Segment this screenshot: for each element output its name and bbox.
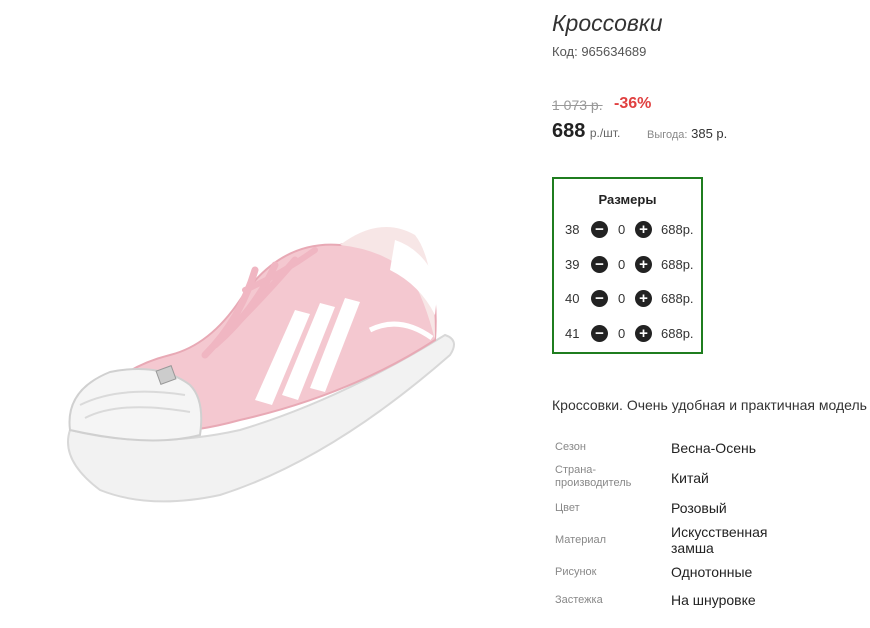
plus-circle-icon[interactable]: + [635, 290, 652, 307]
size-number: 40 [565, 291, 580, 306]
spec-value: Искусственная замша [671, 524, 768, 556]
savings-value: 385 р. [691, 126, 728, 141]
spec-label: Рисунок [555, 566, 597, 578]
size-price: 688р. [661, 291, 694, 306]
size-number: 39 [565, 257, 580, 272]
minus-circle-icon[interactable]: − [591, 256, 608, 273]
size-row: 39 − 0 + 688р. [565, 255, 700, 275]
size-quantity: 0 [618, 222, 626, 237]
old-price: 1 073 р. [552, 97, 603, 113]
savings-label: Выгода: [647, 129, 688, 141]
spec-label: Страна-производитель [555, 464, 632, 489]
sizes-box: Размеры 38 − 0 + 688р. 39 − 0 + 688р. 40… [552, 177, 703, 354]
current-price: 688 [552, 120, 586, 142]
plus-circle-icon[interactable]: + [635, 221, 652, 238]
size-row: 38 − 0 + 688р. [565, 220, 700, 240]
spec-value: На шнуровке [671, 592, 756, 608]
price-row: 688 р./шт. [552, 120, 620, 143]
size-price: 688р. [661, 257, 694, 272]
spec-label: Цвет [555, 502, 580, 514]
spec-label: Материал [555, 534, 606, 546]
spec-value: Китай [671, 470, 709, 486]
size-price: 688р. [661, 222, 694, 237]
size-row: 40 − 0 + 688р. [565, 289, 700, 309]
minus-circle-icon[interactable]: − [591, 325, 608, 342]
size-number: 41 [565, 326, 580, 341]
size-price: 688р. [661, 326, 694, 341]
spec-label: Застежка [555, 594, 603, 606]
price-unit: р./шт. [589, 126, 621, 140]
spec-label: Сезон [555, 441, 586, 453]
size-row: 41 − 0 + 688р. [565, 324, 700, 344]
sneaker-illustration [67, 227, 455, 503]
discount-badge: -36% [614, 95, 652, 112]
plus-circle-icon[interactable]: + [635, 325, 652, 342]
minus-circle-icon[interactable]: − [591, 290, 608, 307]
size-quantity: 0 [618, 326, 626, 341]
spec-value: Весна-Осень [671, 440, 757, 456]
savings: Выгода: 385 р. [647, 126, 727, 141]
product-description: Кроссовки. Очень удобная и практичная мо… [552, 397, 867, 413]
minus-circle-icon[interactable]: − [591, 221, 608, 238]
size-number: 38 [565, 222, 580, 237]
size-quantity: 0 [618, 257, 626, 272]
spec-value: Однотонные [671, 564, 753, 580]
product-code: Код: 965634689 [552, 44, 647, 59]
sizes-title: Размеры [598, 192, 657, 207]
plus-circle-icon[interactable]: + [635, 256, 652, 273]
product-image[interactable] [40, 100, 480, 530]
product-title: Кроссовки [552, 10, 663, 36]
spec-value: Розовый [671, 500, 727, 516]
product-info-panel: Кроссовки Код: 965634689 1 073 р. -36% 6… [552, 0, 870, 628]
size-quantity: 0 [618, 291, 626, 306]
